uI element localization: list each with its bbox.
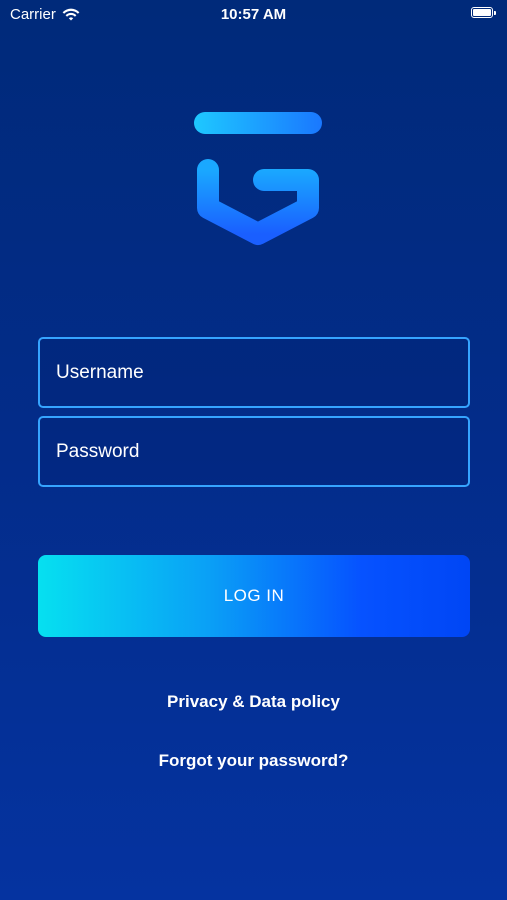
username-field[interactable]: [38, 337, 470, 408]
forgot-password-link[interactable]: Forgot your password?: [0, 751, 507, 771]
login-button[interactable]: LOG IN: [38, 555, 470, 637]
password-input[interactable]: [54, 439, 468, 464]
username-input[interactable]: [54, 360, 468, 385]
clock: 10:57 AM: [220, 6, 287, 23]
password-field[interactable]: [38, 416, 470, 487]
shield-logo-icon: [194, 112, 322, 245]
battery-icon: [471, 7, 496, 18]
privacy-policy-link[interactable]: Privacy & Data policy: [0, 692, 507, 712]
status-bar: Carrier 10:57 AM: [0, 0, 507, 28]
